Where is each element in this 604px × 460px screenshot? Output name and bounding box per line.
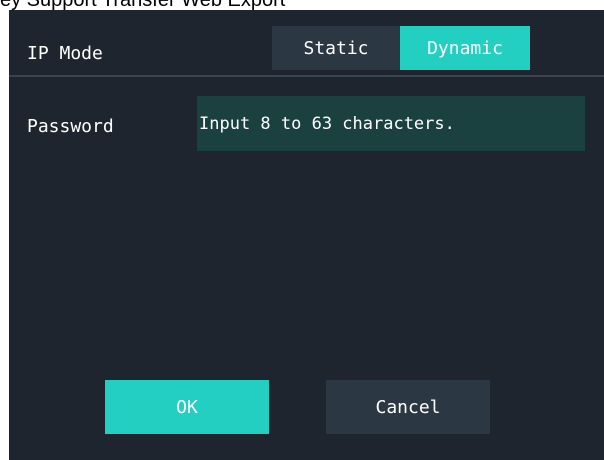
section-divider <box>9 75 604 77</box>
cropped-heading-text: ey Support Transfer Web Export <box>0 0 285 10</box>
ip-mode-label: IP Mode <box>27 43 103 64</box>
top-cropped-text-strip: ey Support Transfer Web Export <box>0 0 604 10</box>
password-field[interactable] <box>197 96 585 151</box>
wifi-settings-panel: IP Mode Static Dynamic Password OK Cance… <box>9 10 604 460</box>
password-label: Password <box>27 116 114 137</box>
ip-mode-static-option[interactable]: Static <box>272 26 400 70</box>
ip-mode-row: IP Mode Static Dynamic <box>9 10 604 76</box>
ok-button[interactable]: OK <box>105 380 269 434</box>
cancel-button[interactable]: Cancel <box>326 380 490 434</box>
ip-mode-dynamic-option[interactable]: Dynamic <box>400 26 530 70</box>
